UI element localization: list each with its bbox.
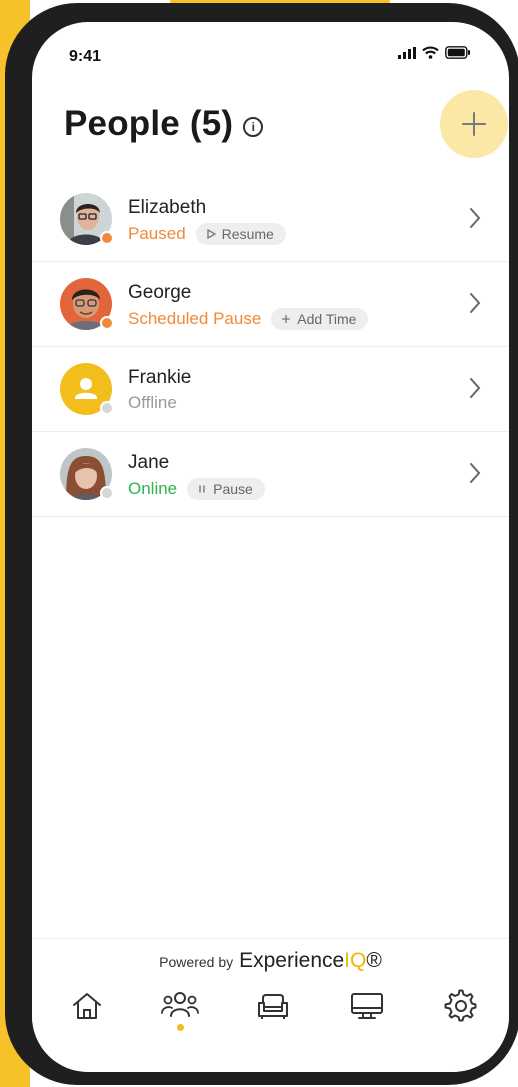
- volume-up-button: [5, 213, 15, 285]
- person-status-row: Scheduled Pause Add Time: [128, 308, 369, 330]
- avatar: [60, 363, 114, 415]
- plus-icon: [462, 112, 486, 136]
- chevron-right-icon: [470, 463, 481, 483]
- person-status: Paused: [128, 224, 186, 243]
- home-icon: [73, 993, 101, 1019]
- avatar: [60, 193, 114, 245]
- person-status: Online: [128, 479, 178, 498]
- stage: 9:41 People (5) i Elizabeth Paused Resum…: [0, 0, 518, 1087]
- powered-by-label: Powered by: [159, 954, 234, 970]
- page-title: People (5): [64, 104, 234, 143]
- person-status-row: Offline: [128, 393, 177, 413]
- add-person-button[interactable]: [440, 90, 508, 158]
- people-icon: [161, 992, 199, 1017]
- pause-button[interactable]: Pause: [187, 478, 265, 500]
- tab-rooms[interactable]: [248, 989, 298, 1039]
- avatar: [60, 278, 114, 330]
- play-icon: [207, 229, 216, 239]
- screen: 9:41 People (5) i Elizabeth Paused Resum…: [32, 22, 509, 1072]
- tab-settings[interactable]: [436, 989, 486, 1039]
- list-item[interactable]: George Scheduled Pause Add Time: [32, 262, 509, 347]
- person-name: George: [128, 282, 192, 303]
- brand-main: Experience: [239, 949, 345, 972]
- wifi-icon: [422, 46, 439, 59]
- info-icon[interactable]: i: [243, 117, 264, 137]
- status-time: 9:41: [69, 48, 102, 65]
- tab-people[interactable]: [155, 989, 205, 1039]
- list-item[interactable]: Elizabeth Paused Resume: [32, 177, 509, 262]
- volume-down-button: [5, 305, 15, 377]
- resume-button[interactable]: Resume: [195, 223, 286, 245]
- add-time-button[interactable]: Add Time: [271, 308, 369, 330]
- person-status-row: Paused Resume: [128, 223, 286, 245]
- presence-indicator: [100, 316, 114, 330]
- brand-accent: IQ: [344, 949, 367, 972]
- monitor-icon: [351, 993, 383, 1019]
- pause-icon: [199, 485, 205, 493]
- resume-label: Resume: [221, 226, 274, 242]
- presence-indicator: [100, 486, 114, 500]
- active-tab-indicator: [176, 1024, 184, 1031]
- gear-icon: [444, 989, 477, 1022]
- plus-icon: [282, 315, 291, 323]
- list-item[interactable]: Jane Online Pause: [32, 432, 509, 517]
- person-name: Jane: [128, 452, 170, 473]
- tab-home[interactable]: [62, 989, 112, 1039]
- list-item[interactable]: Frankie Offline: [32, 347, 509, 432]
- presence-indicator: [100, 231, 114, 245]
- title-row: People (5) i: [64, 104, 264, 144]
- chevron-right-icon: [470, 293, 481, 313]
- person-status-row: Online Pause: [128, 478, 265, 500]
- tab-bar: [32, 989, 509, 1039]
- signal-icon: [398, 46, 416, 59]
- footer: Powered by ExperienceIQ®: [32, 938, 509, 1072]
- person-name: Elizabeth: [128, 197, 207, 218]
- person-status: Scheduled Pause: [128, 309, 262, 328]
- people-list: Elizabeth Paused Resume George Scheduled…: [32, 177, 509, 517]
- status-bar: 9:41: [32, 22, 509, 82]
- presence-indicator: [100, 401, 114, 415]
- brand-suffix: ®: [366, 949, 382, 972]
- person-name: Frankie: [128, 367, 192, 388]
- powered-by: Powered by ExperienceIQ®: [32, 949, 509, 973]
- add-time-label: Add Time: [297, 311, 357, 327]
- battery-icon: [445, 46, 470, 59]
- person-status: Offline: [128, 393, 177, 412]
- chevron-right-icon: [470, 378, 481, 398]
- status-icons: [398, 46, 471, 59]
- tab-devices[interactable]: [342, 989, 392, 1039]
- sofa-icon: [258, 994, 288, 1019]
- chevron-right-icon: [470, 208, 481, 228]
- avatar: [60, 448, 114, 500]
- brand-logo: ExperienceIQ®: [239, 949, 382, 973]
- phone-frame: 9:41 People (5) i Elizabeth Paused Resum…: [5, 3, 518, 1085]
- pause-label: Pause: [213, 481, 253, 497]
